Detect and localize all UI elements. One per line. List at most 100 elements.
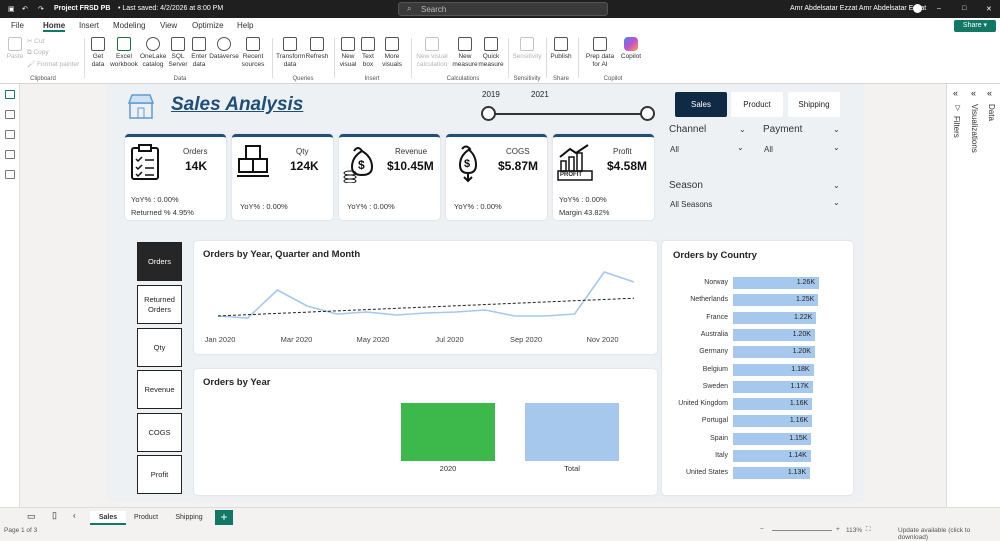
menu-view[interactable]: View [160,21,177,30]
country-bar[interactable]: 1.16K [733,415,813,428]
copilot-button[interactable]: Copilot [618,37,644,61]
enter-data-button[interactable]: Enter data [190,37,208,69]
country-bar[interactable]: 1.20K [733,346,815,359]
report-view-icon[interactable] [5,90,15,99]
save-icon[interactable]: ▣ [8,5,15,13]
country-bar[interactable]: 1.20K [733,328,815,341]
chevron-down-icon[interactable]: ⌄ [737,143,744,152]
page-tab-shipping[interactable]: Shipping [168,511,210,525]
visualizations-pane-tab[interactable]: Visualizations [970,104,979,153]
sql-server-button[interactable]: SQL Server [168,37,188,69]
sensitivity-button[interactable]: Sensitivity [511,37,543,61]
new-visual-button[interactable]: New visual [338,37,358,69]
chevron-down-icon[interactable]: ⌄ [739,125,746,134]
data-pane-tab[interactable]: Data [987,104,996,121]
publish-button[interactable]: Publish [549,37,573,61]
dax-query-view-icon[interactable] [5,150,15,159]
user-name[interactable]: Amr Abdelsatar Ezzat Amr Abdelsatar Ezza… [790,5,926,12]
measure-qty-button[interactable]: Qty [137,328,182,367]
text-box-button[interactable]: Text box [360,37,376,69]
country-bar[interactable]: 1.17K [733,380,813,393]
country-bar[interactable]: 1.22K [733,311,817,324]
new-measure-button[interactable]: New measure [452,37,478,69]
mobile-view-icon[interactable]: ▯ [52,510,57,521]
channel-slicer[interactable]: Channel ⌄ All ⌄ [669,124,753,154]
maximize-icon[interactable]: □ [962,5,966,12]
avatar[interactable] [913,4,922,13]
dataverse-button[interactable]: Dataverse [209,37,239,61]
quick-measure-button[interactable]: Quick measure [478,37,504,69]
new-visual-calculation-button[interactable]: New visual calculation [414,37,450,69]
orders-by-country-chart[interactable]: Orders by Country Norway 1.26K Netherlands… [662,241,853,495]
zoom-slider[interactable] [772,530,832,531]
collapse-data-icon[interactable]: « [987,88,992,98]
table-view-icon[interactable] [5,110,15,119]
country-bar[interactable]: 1.14K [733,450,811,462]
page-tab-product[interactable]: Product [128,511,164,525]
update-notice[interactable]: Update available (click to download) [898,527,1000,541]
country-bar[interactable]: 1.25K [733,294,819,307]
country-bar[interactable]: 1.15K [733,432,812,445]
transform-data-button[interactable]: Transform data [276,37,305,69]
page-tab-sales[interactable]: Sales [90,511,126,525]
country-bar[interactable]: 1.18K [733,363,814,376]
country-bar[interactable]: 1.26K [733,277,819,289]
model-view-icon[interactable] [5,130,15,139]
onelake-button[interactable]: OneLake catalog [140,37,166,69]
year-slider-start-handle[interactable] [481,106,496,121]
measure-returned-orders-button[interactable]: Returned Orders [137,285,182,324]
minimize-icon[interactable]: – [937,5,941,12]
cut-button[interactable]: ✂ Cut [27,38,44,46]
tab-scroll-left-icon[interactable]: ‹ [73,511,76,520]
menu-file[interactable]: File [11,21,24,30]
chevron-down-icon[interactable]: ⌄ [833,198,840,207]
nav-product-button[interactable]: Product [731,92,783,117]
collapse-filters-icon[interactable]: « [953,88,958,98]
excel-workbook-button[interactable]: Excel workbook [110,37,138,69]
menu-optimize[interactable]: Optimize [192,21,224,30]
measure-cogs-button[interactable]: COGS [137,413,182,452]
copy-button[interactable]: ⧉ Copy [27,49,49,57]
zoom-out-icon[interactable]: − [760,526,764,533]
measure-revenue-button[interactable]: Revenue [137,370,182,409]
nav-sales-button[interactable]: Sales [675,92,727,117]
country-bar[interactable]: 1.13K [733,467,811,480]
zoom-in-icon[interactable]: + [836,526,840,533]
menu-home[interactable]: Home [43,21,66,32]
measure-profit-button[interactable]: Profit [137,455,182,494]
prep-data-ai-button[interactable]: Prep data for AI [582,37,618,69]
season-slicer[interactable]: Season ⌄ All Seasons ⌄ [669,180,845,209]
format-painter-button[interactable]: 🖌 Format painter [27,61,79,69]
country-bar[interactable]: 1.16K [733,398,813,411]
add-page-button[interactable]: + [215,510,233,525]
orders-by-year-chart[interactable]: Orders by Year 2020 Total [194,369,657,495]
tmdl-view-icon[interactable] [5,170,15,179]
payment-slicer[interactable]: Payment ⌄ All ⌄ [763,124,843,154]
get-data-button[interactable]: Get data [88,37,108,69]
year-slider-end-handle[interactable] [640,106,655,121]
search-input[interactable]: ⌕ Search [398,2,608,16]
fit-page-icon[interactable]: ⛶ [866,526,871,534]
collapse-visualizations-icon[interactable]: « [971,88,976,98]
chevron-down-icon[interactable]: ⌄ [833,143,840,152]
more-visuals-button[interactable]: More visuals [378,37,406,69]
redo-icon[interactable]: ↷ [38,5,44,13]
cost-bag-icon: $ [458,145,478,183]
menu-help[interactable]: Help [237,21,253,30]
measure-orders-button[interactable]: Orders [137,242,182,281]
chevron-down-icon[interactable]: ⌄ [833,181,840,190]
share-button[interactable]: Share ▾ [954,20,996,32]
close-icon[interactable]: ✕ [986,5,992,13]
undo-icon[interactable]: ↶ [22,5,28,13]
filters-pane-tab[interactable]: Filters [952,116,961,138]
nav-shipping-button[interactable]: Shipping [788,92,840,117]
chevron-down-icon[interactable]: ⌄ [833,125,840,134]
refresh-button[interactable]: Refresh [305,37,329,61]
menu-insert[interactable]: Insert [79,21,99,30]
orders-line-chart[interactable]: Orders by Year, Quarter and Month Jan 20… [194,241,657,354]
recent-sources-button[interactable]: Recent sources [240,37,266,69]
kpi-label: Qty [296,147,309,156]
desktop-view-icon[interactable]: ▭ [27,511,36,522]
menu-modeling[interactable]: Modeling [113,21,145,30]
paste-button[interactable]: Paste [6,37,24,61]
